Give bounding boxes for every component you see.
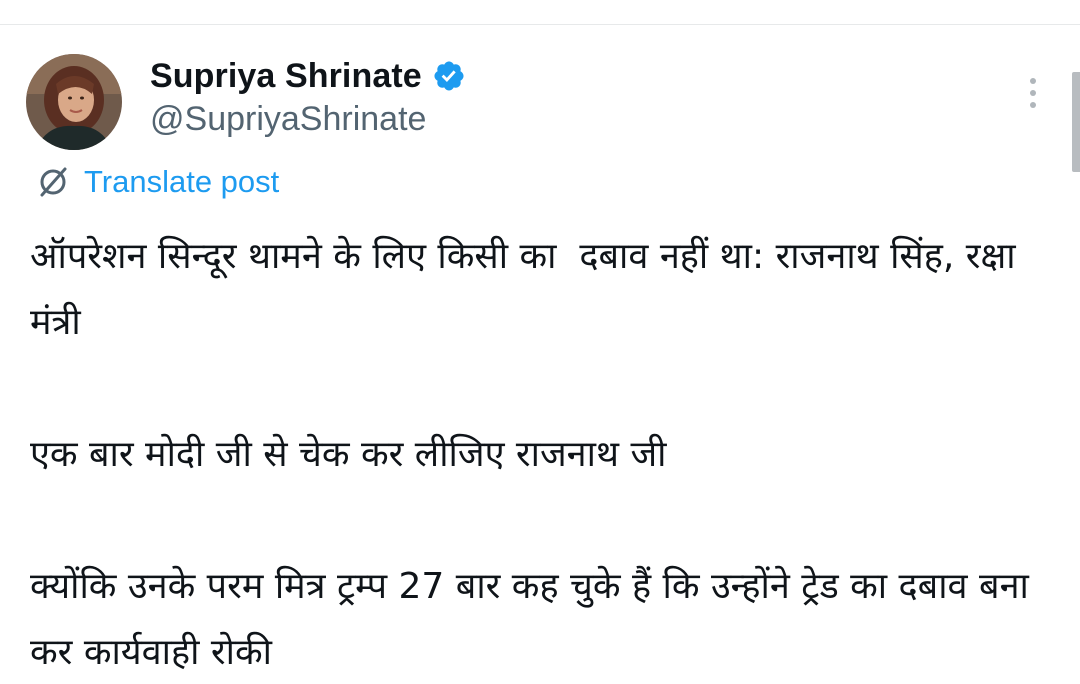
post-paragraph-2: एक बार मोदी जी से चेक कर लीजिए राजनाथ जी	[30, 434, 667, 475]
author-handle[interactable]: @SupriyaShrinate	[150, 100, 426, 139]
post-paragraph-3: क्योंकि उनके परम मित्र ट्रम्प 27 बार कह …	[30, 566, 1041, 673]
divider	[0, 24, 1080, 25]
verified-badge-icon	[434, 61, 464, 91]
vertical-ellipsis-icon[interactable]	[1022, 76, 1044, 110]
author-display-name[interactable]: Supriya Shrinate	[150, 57, 422, 96]
post-text: ऑपरेशन सिन्दूर थामने के लिए किसी का दबाव…	[30, 224, 1060, 684]
translate-post-label[interactable]: Translate post	[84, 164, 279, 200]
scrollbar[interactable]	[1072, 72, 1080, 172]
translate-globe-icon	[40, 167, 67, 197]
profile-photo-icon	[26, 54, 122, 150]
author-name-row[interactable]: Supriya Shrinate	[150, 56, 466, 96]
post-paragraph-1: ऑपरेशन सिन्दूर थामने के लिए किसी का दबाव…	[30, 236, 1028, 343]
translate-post-link[interactable]: Translate post	[36, 160, 279, 204]
post-view: Supriya Shrinate @SupriyaShrinate Transl…	[0, 0, 1080, 684]
avatar[interactable]	[26, 54, 122, 150]
